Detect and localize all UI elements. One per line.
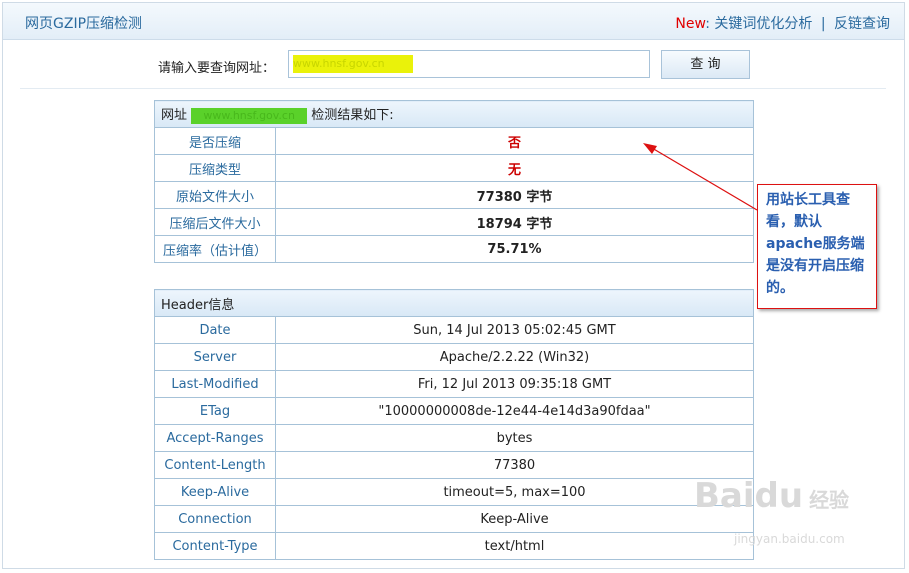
row-label: Last-Modified: [154, 370, 276, 398]
row-label: ETag: [154, 397, 276, 425]
row-label: 原始文件大小: [154, 181, 276, 209]
new-label: New: [675, 16, 706, 32]
keyword-analysis-link[interactable]: 关键词优化分析: [714, 16, 812, 32]
nav-separator: |: [820, 16, 826, 32]
header-info-table: Header信息 Date Sun, 14 Jul 2013 05:02:45 G…: [154, 289, 754, 560]
result-url: www.hnsf.gov.cn: [191, 107, 308, 124]
row-value: Sun, 14 Jul 2013 05:02:45 GMT: [275, 316, 754, 344]
row-value: Keep-Alive: [275, 505, 754, 533]
query-label: 请输入要查询网址：: [158, 61, 276, 76]
result-suffix: 检测结果如下:: [311, 108, 394, 124]
table-row: 原始文件大小 77380 字节: [154, 181, 754, 209]
divider: [20, 88, 886, 89]
result-table: 网址 www.hnsf.gov.cn 检测结果如下: 是否压缩 否 压缩类型 无…: [154, 100, 754, 263]
row-label: Keep-Alive: [154, 478, 276, 506]
row-label: 压缩后文件大小: [154, 208, 276, 236]
row-label: Date: [154, 316, 276, 344]
top-bar: 网页GZIP压缩检测 New: 关键词优化分析 | 反链查询: [3, 3, 904, 40]
row-label: 压缩率（估计值）: [154, 235, 276, 263]
row-label: Content-Length: [154, 451, 276, 479]
table-row: Date Sun, 14 Jul 2013 05:02:45 GMT: [154, 316, 754, 344]
row-label: Accept-Ranges: [154, 424, 276, 452]
row-label: Server: [154, 343, 276, 371]
row-label: 是否压缩: [154, 127, 276, 155]
row-value: timeout=5, max=100: [275, 478, 754, 506]
table-row: 压缩类型 无: [154, 154, 754, 182]
watermark-logo-cn: 经验: [809, 488, 850, 512]
result-header: 网址 www.hnsf.gov.cn 检测结果如下:: [154, 100, 754, 128]
annotation-box: 用站长工具查看，默认apache服务端是没有开启压缩的。: [757, 184, 877, 309]
compression-type-value: 无: [275, 154, 754, 182]
row-value: bytes: [275, 424, 754, 452]
table-row: 是否压缩 否: [154, 127, 754, 155]
table-row: 压缩后文件大小 18794 字节: [154, 208, 754, 236]
query-button[interactable]: 查 询: [661, 50, 750, 79]
watermark-logo: Baidu: [694, 476, 804, 516]
table-row: Keep-Alive timeout=5, max=100: [154, 478, 754, 506]
compressed-size-value: 18794 字节: [275, 208, 754, 236]
table-row: ETag "10000000008de-12e44-4e14d3a90fdaa": [154, 397, 754, 425]
table-row: 压缩率（估计值） 75.71%: [154, 235, 754, 263]
table-row: Connection Keep-Alive: [154, 505, 754, 533]
row-value: "10000000008de-12e44-4e14d3a90fdaa": [275, 397, 754, 425]
baidu-watermark: Baidu 经验 jingyan.baidu.com: [694, 476, 864, 566]
watermark-url: jingyan.baidu.com: [734, 532, 845, 546]
row-value: Fri, 12 Jul 2013 09:35:18 GMT: [275, 370, 754, 398]
is-compressed-value: 否: [275, 127, 754, 155]
table-row: Server Apache/2.2.22 (Win32): [154, 343, 754, 371]
table-row: Last-Modified Fri, 12 Jul 2013 09:35:18 G…: [154, 370, 754, 398]
row-label: Content-Type: [154, 532, 276, 560]
compression-ratio-value: 75.71%: [275, 235, 754, 263]
row-label: Connection: [154, 505, 276, 533]
table-row: Content-Length 77380: [154, 451, 754, 479]
row-label: 压缩类型: [154, 154, 276, 182]
url-input[interactable]: www.hnsf.gov.cn: [288, 50, 650, 78]
header-info-title: Header信息: [154, 289, 754, 317]
table-row: Content-Type text/html: [154, 532, 754, 560]
result-prefix: 网址: [161, 108, 188, 124]
site-title[interactable]: 网页GZIP压缩检测: [25, 13, 142, 33]
top-nav: New: 关键词优化分析 | 反链查询: [675, 13, 890, 33]
row-value: 77380: [275, 451, 754, 479]
row-value: Apache/2.2.22 (Win32): [275, 343, 754, 371]
original-size-value: 77380 字节: [275, 181, 754, 209]
table-row: Accept-Ranges bytes: [154, 424, 754, 452]
backlink-query-link[interactable]: 反链查询: [834, 16, 890, 32]
row-value: text/html: [275, 532, 754, 560]
new-colon: :: [705, 16, 710, 32]
url-input-value: www.hnsf.gov.cn: [293, 55, 413, 73]
